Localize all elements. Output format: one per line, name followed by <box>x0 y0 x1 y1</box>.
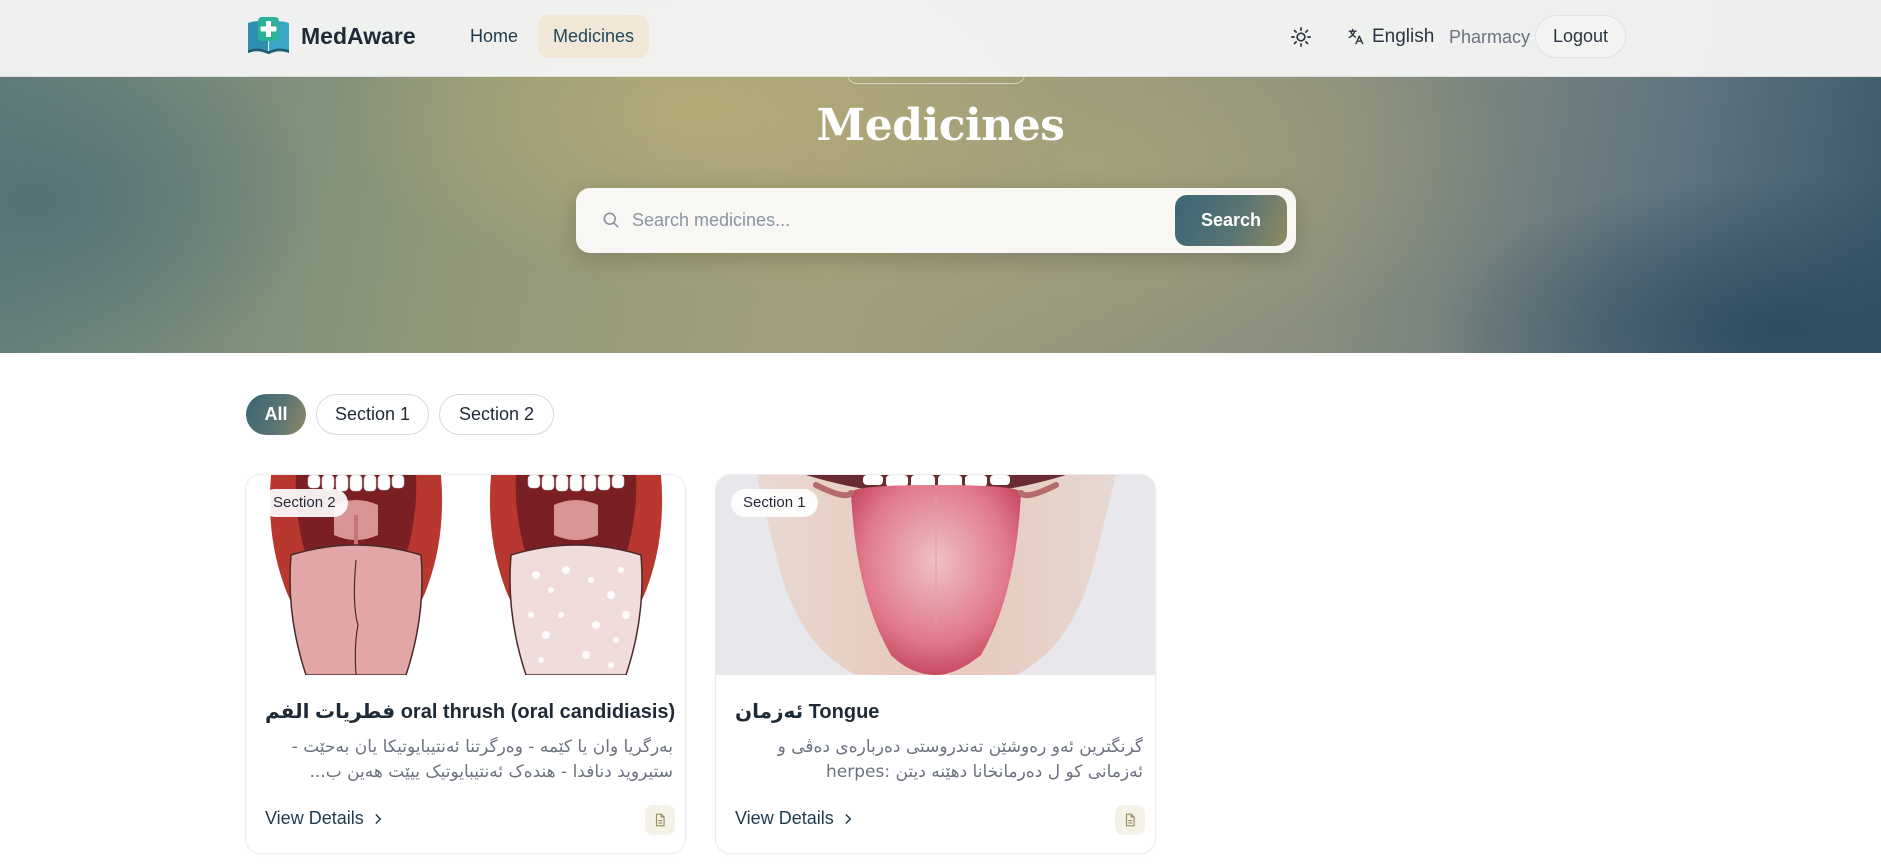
section-badge: Section 2 <box>261 489 348 517</box>
medaware-logo-icon[interactable] <box>245 15 292 55</box>
filter-all[interactable]: All <box>246 394 306 435</box>
filter-section-1[interactable]: Section 1 <box>316 394 429 435</box>
search-icon <box>603 212 619 228</box>
document-button[interactable] <box>1115 805 1145 835</box>
search-input[interactable] <box>632 188 1132 253</box>
view-details-label: View Details <box>265 808 364 828</box>
document-icon <box>655 813 665 827</box>
language-label: English <box>1372 26 1435 47</box>
language-switcher[interactable]: English <box>1346 24 1434 50</box>
card-description: بەرگریا وان یا کێمە - وەرگرتنا ئەنتیبایو… <box>291 737 673 782</box>
pharmacy-link[interactable]: Pharmacy <box>1449 27 1530 48</box>
view-details-link[interactable]: View Details <box>265 808 385 829</box>
document-icon <box>1125 813 1135 827</box>
top-navbar: MedAware Home Medicines English Pharmacy… <box>0 0 1881 77</box>
card-title: فطريات الفم oral thrush (oral candidiasi… <box>265 701 675 723</box>
brand-name[interactable]: MedAware <box>301 23 416 50</box>
view-details-link[interactable]: View Details <box>735 808 855 829</box>
page-title: Medicines <box>816 100 1065 151</box>
medicine-card[interactable]: Section 2 فطريات الفم oral thrush (oral … <box>245 474 686 854</box>
nav-medicines-link[interactable]: Medicines <box>538 15 650 58</box>
view-details-label: View Details <box>735 808 834 828</box>
nav-home-link[interactable]: Home <box>455 15 533 58</box>
logout-button[interactable]: Logout <box>1535 15 1626 58</box>
document-button[interactable] <box>645 805 675 835</box>
chevron-right-icon <box>375 813 382 824</box>
search-button[interactable]: Search <box>1175 195 1287 246</box>
card-title: ئەزمان Tongue <box>735 701 880 723</box>
chevron-right-icon <box>845 813 852 824</box>
filter-section-2[interactable]: Section 2 <box>439 394 554 435</box>
sun-icon[interactable] <box>1290 26 1312 48</box>
card-description: گرنگترین ئەو رەوشێن تەندروستی دەربارەی د… <box>777 737 1143 782</box>
search-bar: Search <box>576 188 1296 253</box>
translate-icon <box>1348 28 1364 45</box>
medicine-card[interactable]: Section 1 ئەزمان Tongue گرنگترین ئەو رەو… <box>715 474 1156 854</box>
section-badge: Section 1 <box>731 489 818 517</box>
